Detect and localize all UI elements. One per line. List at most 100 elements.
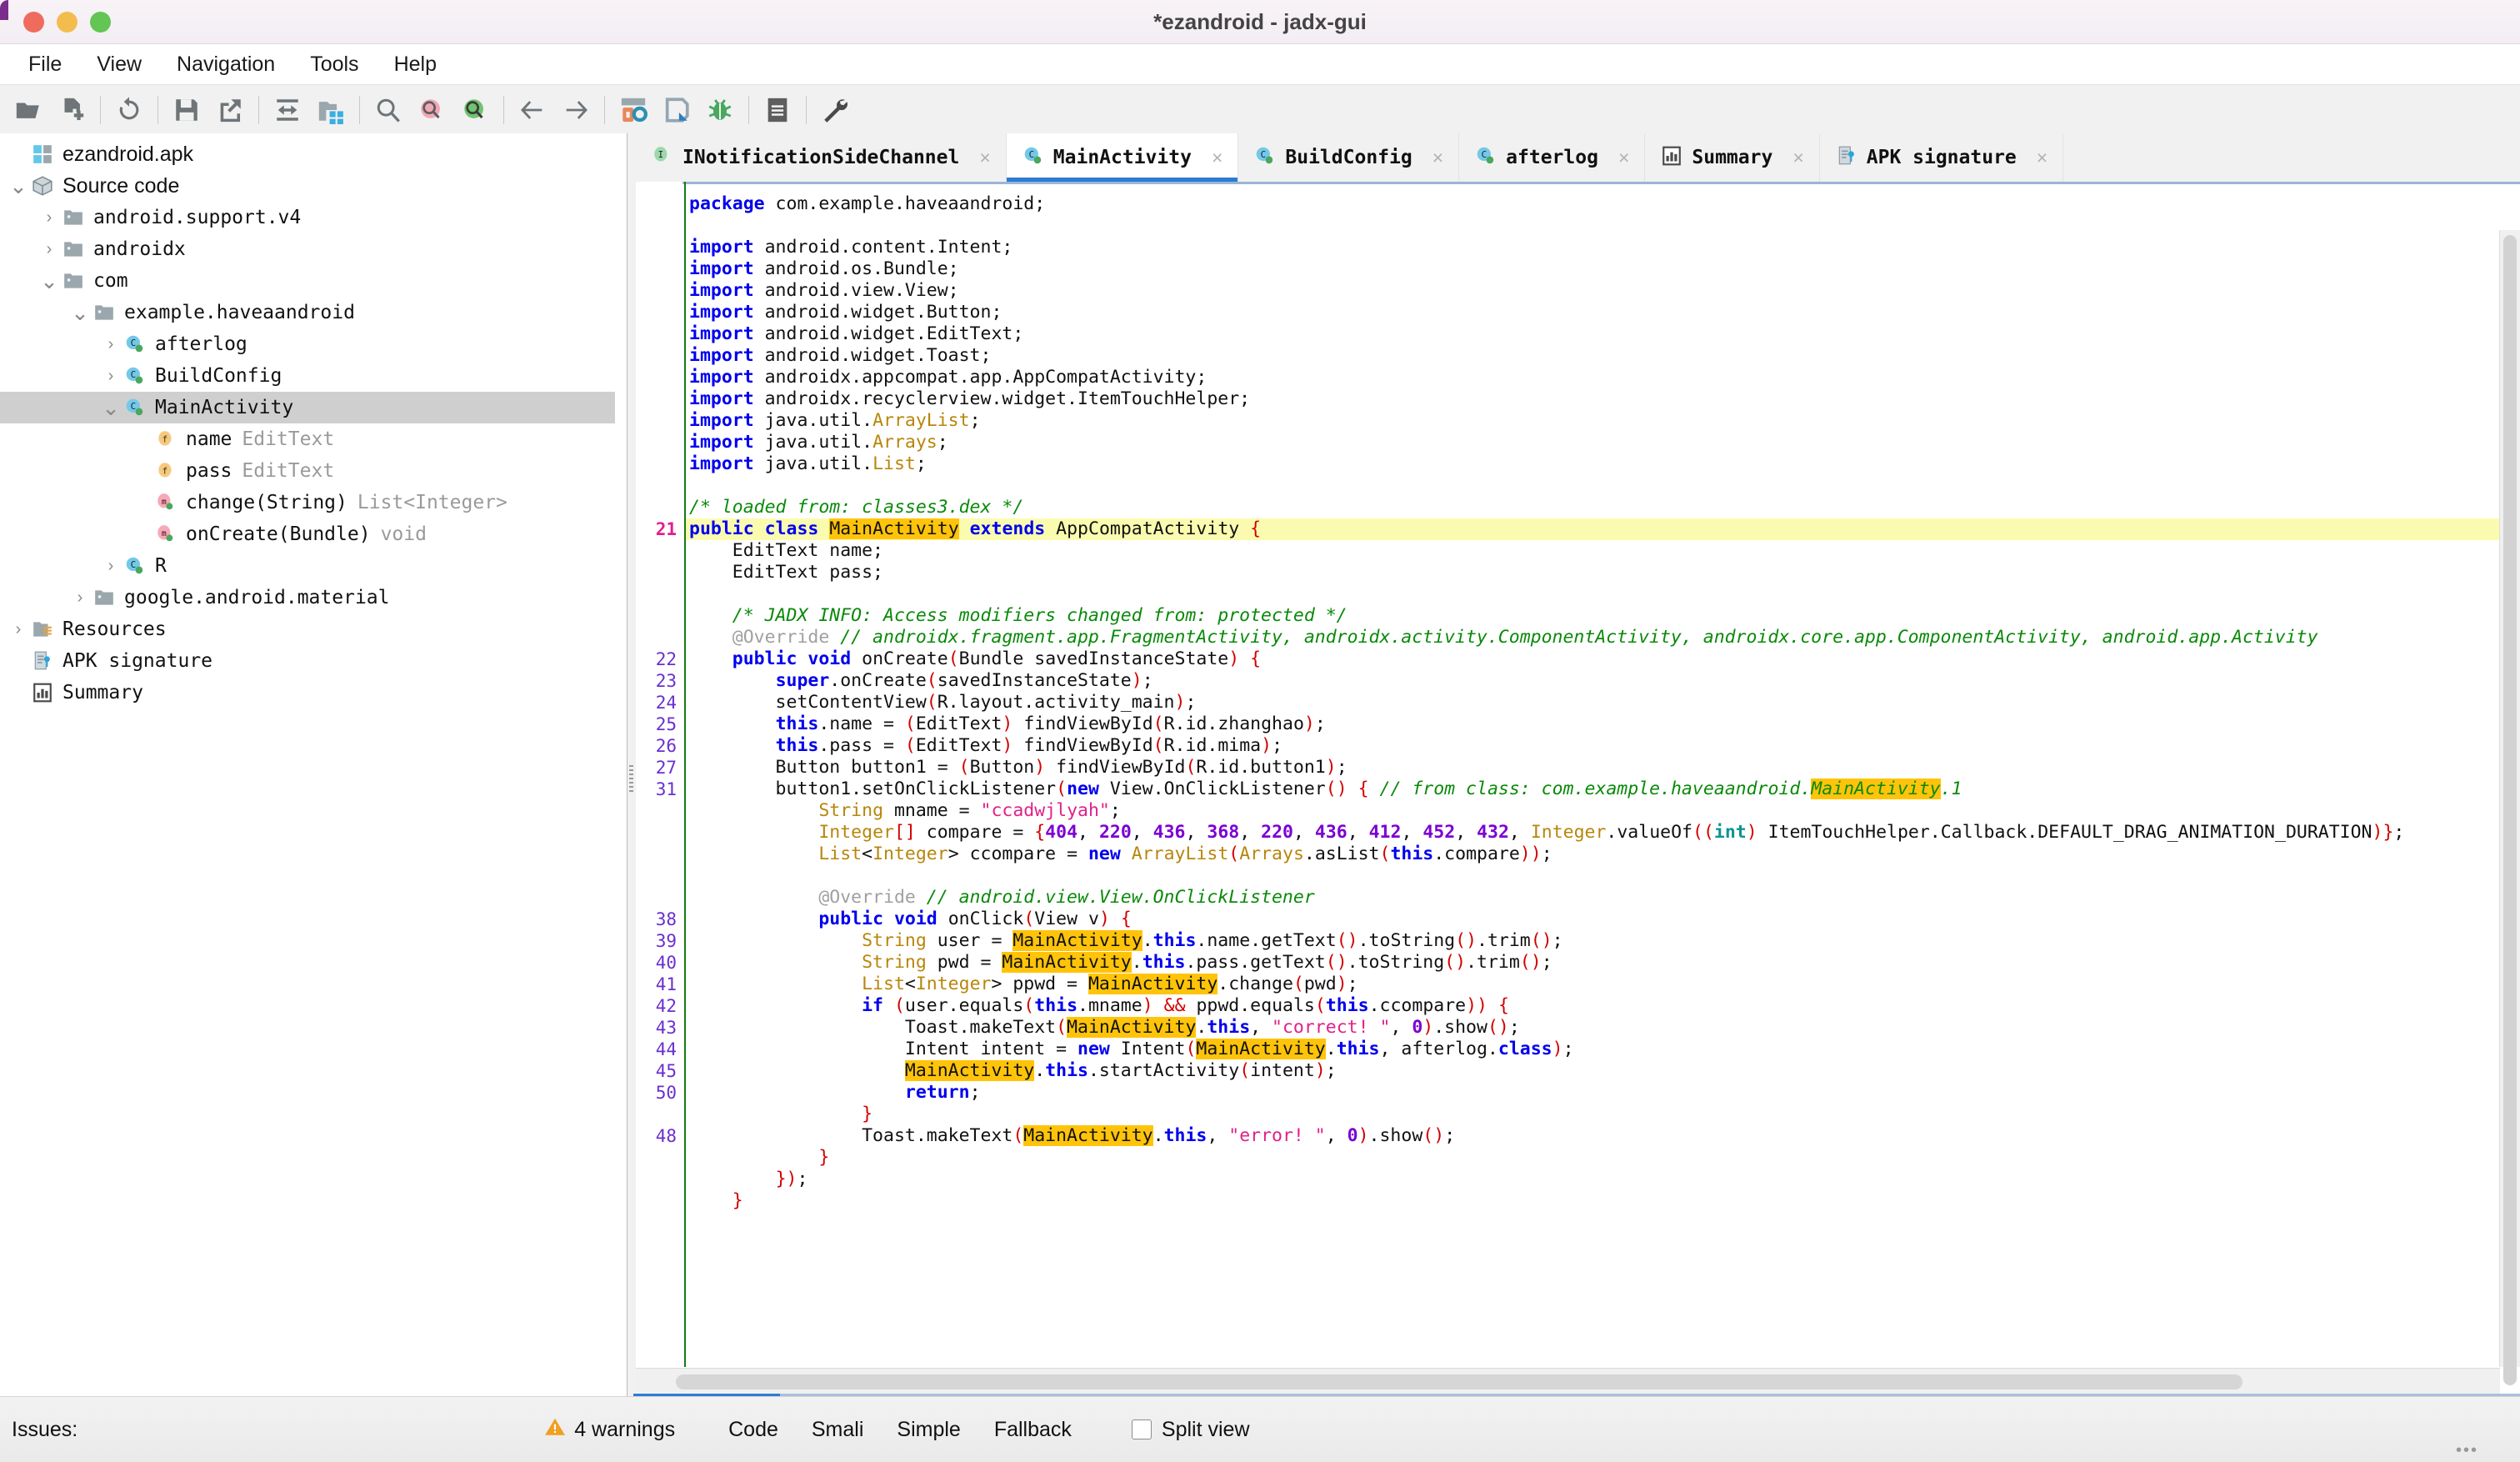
editor-tab-summary[interactable]: Summary × bbox=[1645, 133, 1820, 182]
chevron-right-icon[interactable]: › bbox=[68, 588, 92, 608]
mode-simple-button[interactable]: Simple bbox=[880, 1413, 977, 1447]
chevron-right-icon[interactable]: › bbox=[7, 620, 30, 639]
add-files-icon[interactable] bbox=[50, 88, 93, 132]
tree-item-google-android-material[interactable]: › google.android.material bbox=[0, 582, 627, 613]
resize-grip[interactable]: ••• bbox=[2456, 1441, 2478, 1460]
search-class-icon[interactable] bbox=[410, 88, 453, 132]
debug-icon[interactable] bbox=[698, 88, 742, 132]
code-horizontal-scrollbar[interactable] bbox=[636, 1368, 2500, 1397]
deobfuscation-icon[interactable] bbox=[612, 88, 655, 132]
editor-tab-mainactivity[interactable]: C MainActivity × bbox=[1006, 133, 1239, 182]
chevron-right-icon[interactable]: › bbox=[99, 367, 122, 386]
quark-icon[interactable] bbox=[655, 88, 698, 132]
tree-item-afterlog[interactable]: › Cafterlog bbox=[0, 328, 627, 360]
divider-grip[interactable] bbox=[629, 765, 633, 794]
export-icon[interactable] bbox=[208, 88, 252, 132]
tree-item-oncreate-bundle[interactable]: m onCreate(Bundle) void bbox=[0, 518, 627, 550]
split-view-label: Split view bbox=[1161, 1417, 1250, 1441]
editor-tab-label: APK signature bbox=[1866, 147, 2017, 168]
tree-item-pass[interactable]: f pass EditText bbox=[0, 455, 627, 487]
tree-item-resources[interactable]: › Resources bbox=[0, 613, 627, 645]
menu-view[interactable]: View bbox=[82, 49, 157, 80]
preferences-icon[interactable] bbox=[813, 88, 857, 132]
split-view-checkbox[interactable] bbox=[1131, 1419, 1152, 1439]
chevron-right-icon[interactable]: › bbox=[99, 557, 122, 576]
editor-tab-bar[interactable]: I INotificationSideChannel × C MainActivity ×… bbox=[636, 133, 2520, 183]
tree-item-summary[interactable]: Summary bbox=[0, 677, 627, 708]
forward-arrow-icon[interactable] bbox=[554, 88, 598, 132]
line-number: 40 bbox=[655, 953, 677, 973]
open-file-icon[interactable] bbox=[7, 88, 50, 132]
editor-tab-buildconfig[interactable]: C BuildConfig × bbox=[1238, 133, 1460, 182]
editor-tab-inotificationsidechannel[interactable]: I INotificationSideChannel × bbox=[636, 133, 1007, 182]
code-line: /* loaded from: classes3.dex */ bbox=[689, 497, 1024, 518]
close-icon[interactable]: × bbox=[1792, 147, 1803, 169]
tree-item-apk-signature[interactable]: APK signature bbox=[0, 645, 627, 677]
tree-item-name[interactable]: f name EditText bbox=[0, 423, 627, 455]
close-icon[interactable]: × bbox=[1618, 147, 1629, 169]
sync-icon[interactable] bbox=[266, 88, 309, 132]
editor-tab-afterlog[interactable]: Cafterlog × bbox=[1459, 133, 1646, 182]
tree-item-ezandroid-apk[interactable]: ezandroid.apk bbox=[0, 138, 627, 170]
close-icon[interactable]: × bbox=[2037, 147, 2048, 169]
chevron-right-icon[interactable]: › bbox=[99, 335, 122, 354]
log-icon[interactable] bbox=[756, 88, 799, 132]
reload-icon[interactable] bbox=[108, 88, 151, 132]
menu-help[interactable]: Help bbox=[379, 49, 452, 80]
search-icon[interactable] bbox=[367, 88, 410, 132]
tree-item-buildconfig[interactable]: › C BuildConfig bbox=[0, 360, 627, 392]
main-split: ezandroid.apk ⌄ Source code › android.suppor… bbox=[0, 133, 2520, 1397]
code-line: EditText pass; bbox=[689, 562, 883, 583]
chevron-right-icon[interactable]: › bbox=[38, 208, 61, 228]
warnings-indicator[interactable]: 4 warnings bbox=[544, 1416, 675, 1444]
project-tree-pane[interactable]: ezandroid.apk ⌄ Source code › android.suppor… bbox=[0, 133, 628, 1397]
chevron-down-icon[interactable]: ⌄ bbox=[68, 302, 92, 323]
menu-tools[interactable]: Tools bbox=[295, 49, 373, 80]
mode-smali-button[interactable]: Smali bbox=[795, 1413, 881, 1447]
code-vertical-scrollbar[interactable] bbox=[2499, 230, 2520, 1385]
tree-item-change-string[interactable]: m change(String) List<Integer> bbox=[0, 487, 627, 518]
window-title: *ezandroid - jadx-gui bbox=[1153, 8, 1367, 34]
line-number-blank bbox=[636, 562, 682, 583]
tree-item-example-haveaandroid[interactable]: ⌄ example.haveaandroid bbox=[0, 297, 627, 328]
code-view[interactable]: 21 22 23 24 25 26 27 31 38 39 40 41 42 43 44 45 50 48 pac… bbox=[636, 182, 2520, 1397]
code-hscroll-thumb[interactable] bbox=[676, 1374, 2242, 1389]
line-number-blank bbox=[636, 887, 682, 909]
tree-scrollbar[interactable] bbox=[615, 133, 627, 1396]
chevron-down-icon[interactable]: ⌄ bbox=[99, 397, 122, 418]
search-comment-icon[interactable] bbox=[453, 88, 497, 132]
close-icon[interactable]: × bbox=[1432, 147, 1443, 169]
code-fold-rule bbox=[684, 182, 686, 1367]
line-number: 24 bbox=[655, 693, 677, 713]
save-icon[interactable] bbox=[165, 88, 208, 132]
tree-item-com[interactable]: ⌄ com bbox=[0, 265, 627, 297]
split-view-toggle[interactable]: Split view bbox=[1131, 1417, 1250, 1442]
class-icon: C bbox=[122, 333, 148, 355]
project-tree[interactable]: ezandroid.apk ⌄ Source code › android.suppor… bbox=[0, 133, 627, 708]
menu-navigation[interactable]: Navigation bbox=[162, 49, 290, 80]
chevron-right-icon[interactable]: › bbox=[38, 240, 61, 259]
tree-item-mainactivity[interactable]: ⌄ C MainActivity bbox=[0, 392, 627, 423]
tree-item-androidx[interactable]: › androidx bbox=[0, 233, 627, 265]
editor-tab-apk-signature[interactable]: APK signature × bbox=[1820, 133, 2064, 182]
tree-item-source-code[interactable]: ⌄ Source code bbox=[0, 170, 627, 202]
chevron-down-icon[interactable]: ⌄ bbox=[7, 175, 30, 197]
split-divider[interactable] bbox=[628, 133, 636, 1397]
tree-item-r[interactable]: › C R bbox=[0, 550, 627, 582]
decompile-all-icon[interactable] bbox=[309, 88, 352, 132]
code-vscroll-thumb[interactable] bbox=[2503, 235, 2517, 1385]
close-icon[interactable]: × bbox=[979, 147, 990, 169]
mode-fallback-button[interactable]: Fallback bbox=[978, 1413, 1088, 1447]
line-number: 39 bbox=[655, 931, 677, 951]
source-code-text[interactable]: package com.example.haveaandroid; import… bbox=[689, 193, 2505, 1367]
chevron-down-icon[interactable]: ⌄ bbox=[38, 270, 61, 292]
tree-item-android-support-v4[interactable]: › android.support.v4 bbox=[0, 202, 627, 233]
signature-icon bbox=[1835, 145, 1858, 171]
close-icon[interactable]: × bbox=[1212, 147, 1222, 169]
svg-text:C: C bbox=[131, 559, 137, 570]
line-number-blank bbox=[636, 800, 682, 822]
mode-code-button[interactable]: Code bbox=[712, 1413, 795, 1447]
back-arrow-icon[interactable] bbox=[511, 88, 554, 132]
menu-file[interactable]: File bbox=[13, 49, 77, 80]
